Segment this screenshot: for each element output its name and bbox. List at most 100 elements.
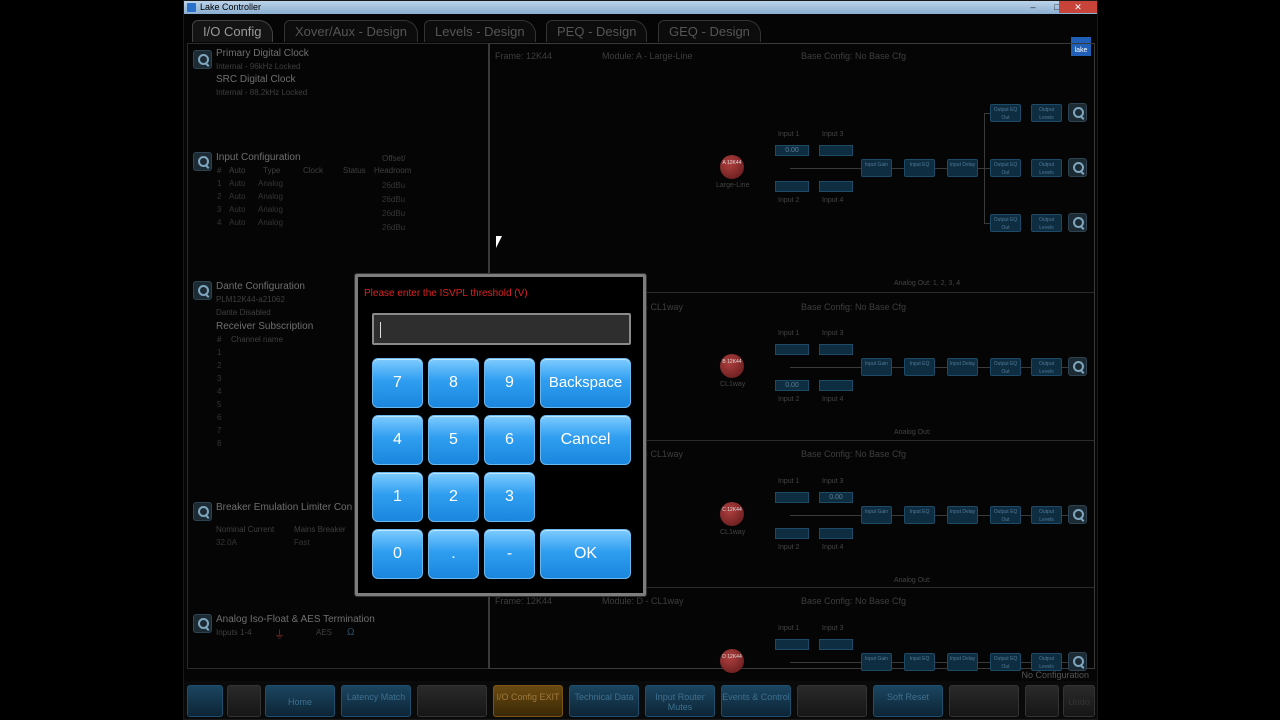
home-button[interactable]: Home: [265, 685, 335, 717]
input-1-value[interactable]: 0.00: [775, 145, 809, 156]
soft-reset-button[interactable]: Soft Reset: [873, 685, 943, 717]
chain-output-levels[interactable]: Output Levels: [1031, 214, 1062, 232]
module-a-status-icon[interactable]: A 12K44: [720, 155, 744, 179]
cancel-button[interactable]: Cancel: [540, 415, 631, 465]
latency-match-button[interactable]: Latency Match: [341, 685, 411, 717]
breaker-mains-value[interactable]: Fast: [294, 538, 310, 547]
breaker-current-value[interactable]: 32.0A: [216, 538, 237, 547]
technical-data-button[interactable]: Technical Data: [569, 685, 639, 717]
chain-output-levels[interactable]: Output Levels: [1031, 159, 1062, 177]
chain-output-levels[interactable]: Output Levels: [1031, 653, 1062, 671]
key-3-button[interactable]: 3: [484, 472, 535, 522]
input-row-auto[interactable]: Auto: [229, 218, 245, 227]
input-row-auto[interactable]: Auto: [229, 205, 245, 214]
input-2-box[interactable]: [775, 181, 809, 192]
menu-scroll-button[interactable]: [187, 685, 223, 717]
chain-output-eq[interactable]: Output EQ Out: [990, 358, 1021, 376]
key-0-button[interactable]: 0: [372, 529, 423, 579]
chain-output-eq[interactable]: Output EQ Out: [990, 214, 1021, 232]
module-d-status-icon[interactable]: D 12K44: [720, 649, 744, 673]
chain-input-delay[interactable]: Input Delay: [947, 506, 978, 524]
input-1-box[interactable]: [775, 492, 809, 503]
input-row-type[interactable]: Analog: [258, 179, 283, 188]
key-4-button[interactable]: 4: [372, 415, 423, 465]
chain-input-gain[interactable]: Input Gain: [861, 653, 892, 671]
key-1-button[interactable]: 1: [372, 472, 423, 522]
key-decimal-button[interactable]: .: [428, 529, 479, 579]
chain-input-gain[interactable]: Input Gain: [861, 358, 892, 376]
chain-output-eq[interactable]: Output EQ Out: [990, 104, 1021, 122]
tab-geq-design[interactable]: GEQ - Design: [658, 20, 761, 42]
blank-button[interactable]: [227, 685, 261, 717]
key-9-button[interactable]: 9: [484, 358, 535, 408]
output-zoom-icon[interactable]: [1068, 652, 1087, 671]
blank-button[interactable]: [1025, 685, 1059, 717]
backspace-button[interactable]: Backspace: [540, 358, 631, 408]
chain-input-delay[interactable]: Input Delay: [947, 358, 978, 376]
key-minus-button[interactable]: -: [484, 529, 535, 579]
tab-io-config[interactable]: I/O Config: [192, 20, 273, 42]
clock-zoom-icon[interactable]: [193, 50, 212, 69]
input-3-box[interactable]: [819, 344, 853, 355]
input-2-value[interactable]: 0.00: [775, 380, 809, 391]
threshold-input[interactable]: [372, 313, 631, 345]
chain-output-levels[interactable]: Output Levels: [1031, 506, 1062, 524]
blank-button[interactable]: [417, 685, 487, 717]
undo-button[interactable]: Undo: [1063, 685, 1095, 717]
output-zoom-icon[interactable]: [1068, 505, 1087, 524]
key-8-button[interactable]: 8: [428, 358, 479, 408]
input-row-type[interactable]: Analog: [258, 205, 283, 214]
chain-input-eq[interactable]: Input EQ: [904, 506, 935, 524]
output-zoom-icon[interactable]: [1068, 357, 1087, 376]
io-config-exit-button[interactable]: I/O Config EXIT: [493, 685, 563, 717]
output-zoom-icon[interactable]: [1068, 213, 1087, 232]
input-config-zoom-icon[interactable]: [193, 152, 212, 171]
chain-input-eq[interactable]: Input EQ: [904, 159, 935, 177]
events-control-button[interactable]: Events & Control: [721, 685, 791, 717]
input-row-auto[interactable]: Auto: [229, 179, 245, 188]
input-row-auto[interactable]: Auto: [229, 192, 245, 201]
chain-output-eq[interactable]: Output EQ Out: [990, 653, 1021, 671]
chain-input-gain[interactable]: Input Gain: [861, 159, 892, 177]
key-7-button[interactable]: 7: [372, 358, 423, 408]
input-3-value[interactable]: 0.00: [819, 492, 853, 503]
blank-button[interactable]: [797, 685, 867, 717]
chain-input-gain[interactable]: Input Gain: [861, 506, 892, 524]
input-2-box[interactable]: [775, 528, 809, 539]
minimize-button[interactable]: –: [1021, 1, 1045, 13]
tab-levels-design[interactable]: Levels - Design: [424, 20, 536, 42]
dante-zoom-icon[interactable]: [193, 281, 212, 300]
module-b-status-icon[interactable]: B 12K44: [720, 354, 744, 378]
isofloat-zoom-icon[interactable]: [193, 614, 212, 633]
output-zoom-icon[interactable]: [1068, 158, 1087, 177]
input-row-type[interactable]: Analog: [258, 218, 283, 227]
module-a-section[interactable]: Frame: 12K44 Module: A - Large-Line Base…: [490, 44, 1094, 292]
input-router-mutes-button[interactable]: Input Router Mutes: [645, 685, 715, 717]
input-4-box[interactable]: [819, 528, 853, 539]
tab-peq-design[interactable]: PEQ - Design: [546, 20, 648, 42]
module-d-section[interactable]: Frame: 12K44 Module: D - CL1way Base Con…: [490, 587, 1094, 673]
chain-input-delay[interactable]: Input Delay: [947, 653, 978, 671]
omega-icon[interactable]: Ω: [347, 627, 354, 638]
chain-input-eq[interactable]: Input EQ: [904, 358, 935, 376]
input-3-box[interactable]: [819, 145, 853, 156]
module-c-status-icon[interactable]: C 12K44: [720, 502, 744, 526]
blank-button[interactable]: [949, 685, 1019, 717]
chain-output-eq[interactable]: Output EQ Out: [990, 506, 1021, 524]
input-4-box[interactable]: [819, 181, 853, 192]
key-5-button[interactable]: 5: [428, 415, 479, 465]
key-2-button[interactable]: 2: [428, 472, 479, 522]
chain-input-eq[interactable]: Input EQ: [904, 653, 935, 671]
chain-output-levels[interactable]: Output Levels: [1031, 104, 1062, 122]
close-button[interactable]: ✕: [1059, 1, 1097, 13]
tab-xover-aux-design[interactable]: Xover/Aux - Design: [284, 20, 418, 42]
ok-button[interactable]: OK: [540, 529, 631, 579]
input-row-type[interactable]: Analog: [258, 192, 283, 201]
output-zoom-icon[interactable]: [1068, 103, 1087, 122]
chain-output-levels[interactable]: Output Levels: [1031, 358, 1062, 376]
input-4-box[interactable]: [819, 380, 853, 391]
ground-icon[interactable]: ⏚: [274, 626, 285, 642]
chain-input-delay[interactable]: Input Delay: [947, 159, 978, 177]
breaker-zoom-icon[interactable]: [193, 502, 212, 521]
chain-output-eq[interactable]: Output EQ Out: [990, 159, 1021, 177]
